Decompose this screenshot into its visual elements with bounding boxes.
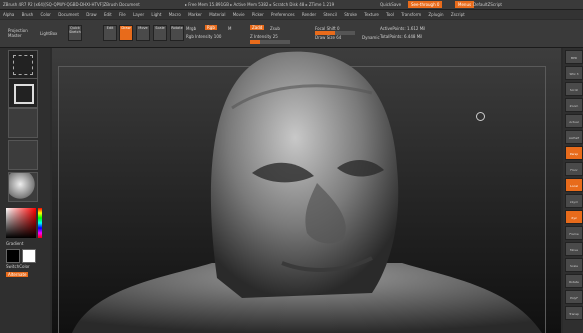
texture-thumbnail[interactable] (8, 140, 38, 170)
right-shelf: BPR SPix 3 Scroll Zoom Actual AAHalf Per… (563, 48, 583, 333)
secondary-color-swatch[interactable] (22, 249, 36, 263)
draw-button[interactable]: Draw (119, 25, 133, 41)
menu-preferences[interactable]: Preferences (271, 10, 295, 19)
switch-color-button[interactable]: SwitchColor (6, 264, 30, 269)
scroll-button[interactable]: Scroll (565, 82, 583, 96)
xyz-button[interactable]: Xyz (565, 210, 583, 224)
transp-button[interactable]: Transp (565, 306, 583, 320)
memory-status: ▸ Free Mem 15.891GB ▸ Active Mem 5382 ▸ … (185, 2, 335, 7)
local-button[interactable]: Local (565, 178, 583, 192)
menu-marker[interactable]: Marker (188, 10, 202, 19)
zadd-button[interactable]: Zadd (250, 25, 265, 30)
bpr-button[interactable]: BPR (565, 50, 583, 64)
sculpt-model[interactable] (52, 48, 561, 333)
floor-button[interactable]: Floor (565, 162, 583, 176)
aahalf-button[interactable]: AAHalf (565, 130, 583, 144)
total-points-readout: TotalPoints: 6.448 Mil (380, 34, 423, 39)
menu-stroke[interactable]: Stroke (344, 10, 357, 19)
color-picker[interactable] (6, 208, 36, 238)
app-title: ZBrush 4R7 P2 (x64)[SQ-QPWY-QGBD-DHXI-HT… (3, 2, 140, 7)
move-view-button[interactable]: Move (565, 242, 583, 256)
hue-slider[interactable] (38, 208, 42, 238)
menus-button[interactable]: Menus (455, 1, 475, 8)
gradient-button[interactable]: Gradient (6, 241, 23, 246)
top-toolbar: Projection Master LightBox Quick Sketch … (0, 20, 583, 48)
stroke-icon (14, 84, 34, 104)
zsub-button[interactable]: Zsub (270, 26, 280, 31)
quick-sketch-button[interactable]: Quick Sketch (68, 25, 82, 41)
menu-movie[interactable]: Movie (233, 10, 245, 19)
menu-stencil[interactable]: Stencil (323, 10, 337, 19)
menu-macro[interactable]: Macro (169, 10, 181, 19)
menu-color[interactable]: Color (40, 10, 50, 19)
scale-view-button[interactable]: Scale (565, 258, 583, 272)
m-button[interactable]: M (228, 26, 231, 31)
menu-transform[interactable]: Transform (401, 10, 421, 19)
scale-button[interactable]: Scale (153, 25, 167, 41)
menu-file[interactable]: File (119, 10, 126, 19)
menu-zscript[interactable]: Zscript (451, 10, 465, 19)
rgb-intensity-slider[interactable]: Rgb Intensity 100 (186, 34, 221, 39)
draw-size-slider[interactable]: Draw Size 64 (315, 35, 341, 40)
default-zscript-button[interactable]: DefaultZScript (473, 0, 502, 9)
lightbox-button[interactable]: LightBox (40, 31, 57, 36)
menu-render[interactable]: Render (302, 10, 316, 19)
rotate-view-button[interactable]: Rotate (565, 274, 583, 288)
active-points-readout: ActivePoints: 1.612 Mil (380, 26, 426, 31)
lsym-button[interactable]: LSym (565, 194, 583, 208)
menu-light[interactable]: Light (151, 10, 161, 19)
menu-material[interactable]: Material (209, 10, 225, 19)
brush-icon (13, 55, 33, 75)
rotate-button[interactable]: Rotate (170, 25, 184, 41)
dynamic-button[interactable]: Dynamic (362, 35, 380, 40)
menu-bar: Alpha Brush Color Document Draw Edit Fil… (0, 10, 583, 19)
projection-master-button[interactable]: Projection Master (8, 28, 34, 38)
material-thumbnail[interactable] (8, 172, 38, 202)
edit-button[interactable]: Edit (103, 25, 117, 41)
z-intensity-slider[interactable]: Z Intensity 25 (250, 34, 278, 39)
frame-button[interactable]: Frame (565, 226, 583, 240)
quicksave-button[interactable]: QuickSave (380, 0, 401, 9)
menu-layer[interactable]: Layer (133, 10, 144, 19)
move-button[interactable]: Move (136, 25, 150, 41)
title-bar: ZBrush 4R7 P2 (x64)[SQ-QPWY-QGBD-DHXI-HT… (0, 0, 583, 10)
menu-brush[interactable]: Brush (22, 10, 34, 19)
menu-alpha[interactable]: Alpha (3, 10, 14, 19)
zoom-button[interactable]: Zoom (565, 98, 583, 112)
see-through-slider[interactable]: See-through 0 (408, 1, 443, 8)
actual-button[interactable]: Actual (565, 114, 583, 128)
menu-draw[interactable]: Draw (86, 10, 96, 19)
viewport-canvas[interactable] (52, 48, 561, 333)
menu-texture[interactable]: Texture (364, 10, 379, 19)
menu-edit[interactable]: Edit (104, 10, 112, 19)
brush-cursor-icon (476, 112, 485, 121)
brush-thumbnail[interactable] (8, 50, 38, 80)
menu-document[interactable]: Document (58, 10, 79, 19)
stroke-thumbnail[interactable] (8, 78, 38, 108)
rgb-button[interactable]: Rgb (205, 25, 217, 30)
left-shelf: Gradient SwitchColor Alternate (0, 48, 50, 333)
polyf-button[interactable]: PolyF (565, 290, 583, 304)
spix-button[interactable]: SPix 3 (565, 66, 583, 80)
alpha-thumbnail[interactable] (8, 108, 38, 138)
menu-tool[interactable]: Tool (386, 10, 394, 19)
z-intensity-track[interactable] (250, 40, 290, 44)
alternate-button[interactable]: Alternate (6, 272, 29, 277)
persp-button[interactable]: Persp (565, 146, 583, 160)
mrgb-button[interactable]: Mrgb (186, 26, 196, 31)
main-color-swatch[interactable] (6, 249, 20, 263)
menu-picker[interactable]: Picker (252, 10, 264, 19)
menu-zplugin[interactable]: Zplugin (428, 10, 443, 19)
